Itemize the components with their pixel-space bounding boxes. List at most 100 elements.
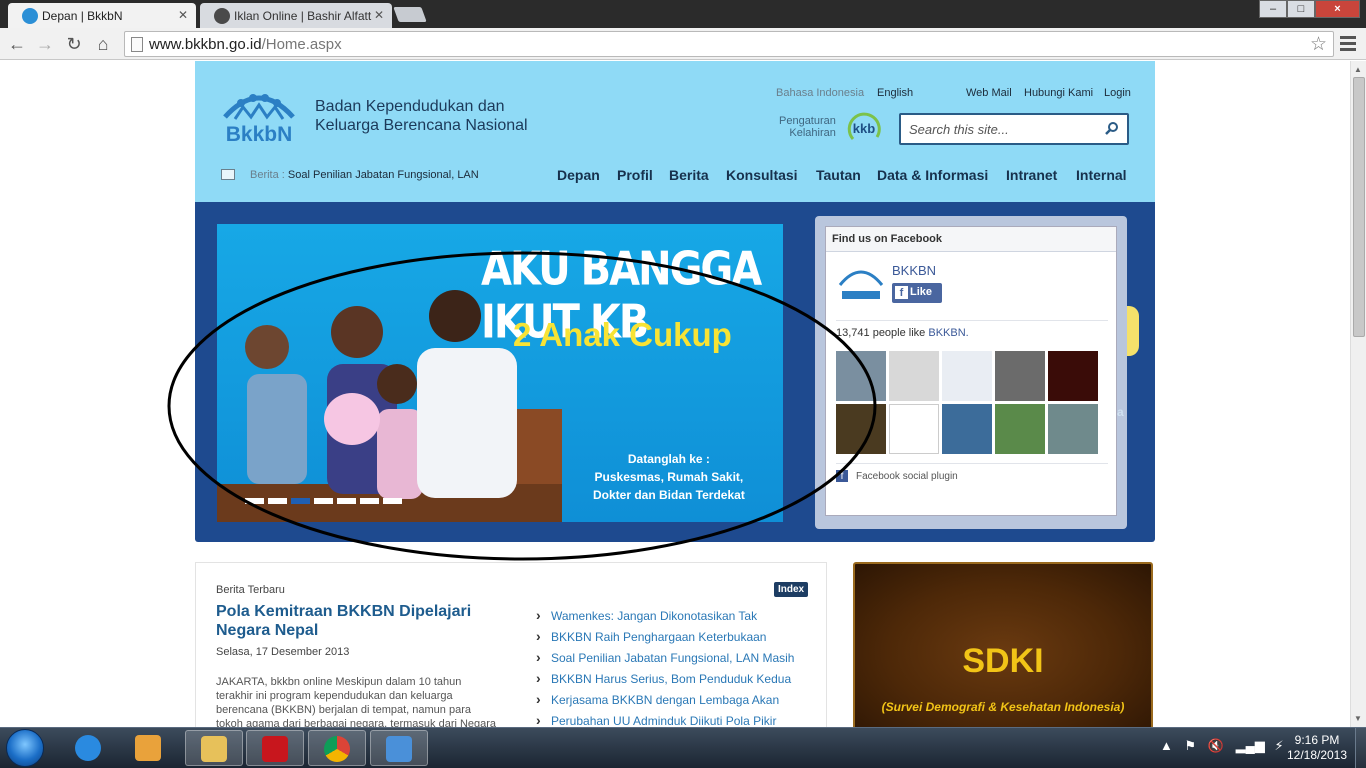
news-list-item[interactable]: BKKBN Harus Serius, Bom Penduduk Kedua [536, 670, 794, 693]
hubungi-kami-link[interactable]: Hubungi Kami [1024, 87, 1093, 99]
address-bar[interactable]: www.bkkbn.go.id/Home.aspx ☆ [124, 31, 1334, 57]
nav-depan[interactable]: Depan [557, 167, 600, 183]
wordpress-favicon-icon [214, 8, 230, 24]
adobe-reader-icon [262, 736, 288, 762]
close-window-button[interactable]: × [1315, 0, 1360, 18]
sdki-subtitle: (Survei Demografi & Kesehatan Indonesia) [881, 700, 1125, 714]
fan-avatar[interactable] [942, 351, 992, 401]
reload-icon[interactable]: ↻ [63, 33, 85, 55]
home-icon[interactable]: ⌂ [92, 33, 114, 55]
news-list-item[interactable]: Perubahan UU Adminduk Diikuti Pola Pikir [536, 712, 794, 727]
like-count-link[interactable]: BKKBN. [928, 327, 968, 339]
tab-title: Depan | BkkbN [42, 9, 123, 23]
taskbar-adobe-reader[interactable] [246, 730, 304, 766]
new-tab-button[interactable] [393, 7, 427, 22]
show-desktop-button[interactable] [1355, 728, 1366, 768]
facebook-widget-header: Find us on Facebook [826, 227, 1116, 252]
scrollbar-thumb[interactable] [1353, 77, 1365, 337]
fan-avatar[interactable] [889, 351, 939, 401]
page-viewport: BkkbN Badan Kependudukan dan Keluarga Be… [0, 61, 1350, 727]
login-link[interactable]: Login [1104, 87, 1131, 99]
folder-icon [201, 736, 227, 762]
kkb-logo-icon[interactable]: kkb [845, 109, 883, 147]
minimize-button[interactable]: – [1259, 0, 1287, 18]
back-arrow-icon[interactable]: ← [6, 33, 28, 55]
fan-avatar-broken-image[interactable] [889, 404, 939, 454]
taskbar-media-player[interactable] [120, 730, 178, 766]
window-controls: – □ × [1259, 0, 1360, 18]
news-date: Selasa, 17 Desember 2013 [216, 646, 350, 658]
search-input[interactable]: Search this site... [899, 113, 1129, 145]
news-list-item[interactable]: BKKBN Raih Penghargaan Keterbukaan [536, 628, 794, 651]
news-list-item[interactable]: Kerjasama BKKBN dengan Lembaga Akan [536, 691, 794, 714]
fan-avatar[interactable] [942, 404, 992, 454]
pengaturan-kelahiran-label[interactable]: Pengaturan Kelahiran [779, 115, 836, 139]
power-icon[interactable]: ⚡ [1274, 738, 1283, 753]
paint-icon [386, 736, 412, 762]
page-icon [131, 37, 143, 52]
search-placeholder: Search this site... [909, 122, 1009, 137]
start-button[interactable] [6, 729, 44, 767]
url-host: www.bkkbn.go.id [149, 36, 262, 53]
fan-avatar[interactable] [995, 351, 1045, 401]
show-hidden-icons-icon[interactable]: ▲ [1160, 738, 1173, 753]
forward-arrow-icon[interactable]: → [34, 33, 56, 55]
nav-profil[interactable]: Profil [617, 167, 653, 183]
nav-data-informasi[interactable]: Data & Informasi [877, 167, 988, 183]
browser-toolbar: ← → ↻ ⌂ www.bkkbn.go.id/Home.aspx ☆ [0, 28, 1366, 60]
page-scrollbar[interactable]: ▲ ▼ [1350, 61, 1366, 727]
nav-tautan[interactable]: Tautan [816, 167, 861, 183]
news-index-button[interactable]: Index [774, 582, 809, 597]
fan-avatar[interactable] [995, 404, 1045, 454]
search-icon[interactable] [1105, 121, 1119, 135]
news-headline[interactable]: Pola Kemitraan BKKBN Dipelajari Negara N… [216, 602, 506, 640]
fan-avatar[interactable] [1048, 404, 1098, 454]
action-center-icon[interactable]: ⚑ [1185, 738, 1197, 753]
facebook-like-button[interactable]: f Like [892, 283, 942, 303]
side-banner-letter: a [1117, 405, 1124, 419]
windows-taskbar: ▲ ⚑ 🔇 ▂▄▆ ⚡ 9:16 PM 12/18/2013 [0, 727, 1366, 768]
news-list-item[interactable]: Wamenkes: Jangan Dikonotasikan Tak [536, 607, 794, 630]
chrome-menu-icon[interactable] [1340, 36, 1356, 54]
bkkbn-logo-icon[interactable]: BkkbN [219, 87, 299, 143]
nav-berita[interactable]: Berita [669, 167, 709, 183]
facebook-page-name[interactable]: BKKBN [892, 263, 936, 278]
nav-intranet[interactable]: Intranet [1006, 167, 1057, 183]
taskbar-internet-explorer[interactable] [60, 730, 118, 766]
system-tray: ▲ ⚑ 🔇 ▂▄▆ ⚡ [1160, 738, 1284, 754]
clock-time: 9:16 PM [1294, 733, 1340, 747]
news-list: Wamenkes: Jangan Dikonotasikan Tak BKKBN… [536, 607, 794, 727]
taskbar-paint[interactable] [370, 730, 428, 766]
network-signal-icon[interactable]: ▂▄▆ [1236, 738, 1265, 753]
organization-name: Badan Kependudukan dan Keluarga Berencan… [315, 97, 528, 135]
bookmark-star-icon[interactable]: ☆ [1310, 33, 1327, 56]
tab-iklan-online[interactable]: Iklan Online | Bashir Alfatt ✕ [200, 3, 392, 28]
logo-text: BkkbN [226, 123, 293, 143]
taskbar-chrome[interactable] [308, 730, 366, 766]
lang-english-link[interactable]: English [877, 87, 913, 99]
pengaturan-line2: Kelahiran [789, 127, 836, 139]
fan-avatar[interactable] [1048, 351, 1098, 401]
close-tab-icon[interactable]: ✕ [178, 8, 188, 22]
nav-internal[interactable]: Internal [1076, 167, 1127, 183]
news-list-item[interactable]: Soal Penilian Jabatan Fungsional, LAN Ma… [536, 649, 794, 672]
sdki-title: SDKI [962, 642, 1044, 680]
pengaturan-line1: Pengaturan [779, 115, 836, 127]
internet-explorer-icon [75, 735, 101, 761]
close-tab-icon[interactable]: ✕ [374, 8, 384, 22]
lang-indonesia-link[interactable]: Bahasa Indonesia [776, 87, 864, 99]
scroll-down-icon[interactable]: ▼ [1354, 714, 1362, 723]
clock-date: 12/18/2013 [1286, 748, 1348, 762]
taskbar-clock[interactable]: 9:16 PM 12/18/2013 [1284, 733, 1350, 763]
webmail-link[interactable]: Web Mail [966, 87, 1012, 99]
nav-konsultasi[interactable]: Konsultasi [726, 167, 798, 183]
volume-muted-icon[interactable]: 🔇 [1208, 738, 1224, 753]
maximize-button[interactable]: □ [1287, 0, 1315, 18]
sdki-banner[interactable]: SDKI (Survei Demografi & Kesehatan Indon… [853, 562, 1153, 727]
facebook-f-icon: f [895, 286, 908, 299]
tab-depan[interactable]: Depan | BkkbN ✕ [8, 3, 196, 28]
media-player-icon [135, 735, 161, 761]
scroll-up-icon[interactable]: ▲ [1354, 65, 1362, 74]
taskbar-file-explorer[interactable] [185, 730, 243, 766]
latest-news-card: Berita Terbaru Index Pola Kemitraan BKKB… [195, 562, 827, 727]
